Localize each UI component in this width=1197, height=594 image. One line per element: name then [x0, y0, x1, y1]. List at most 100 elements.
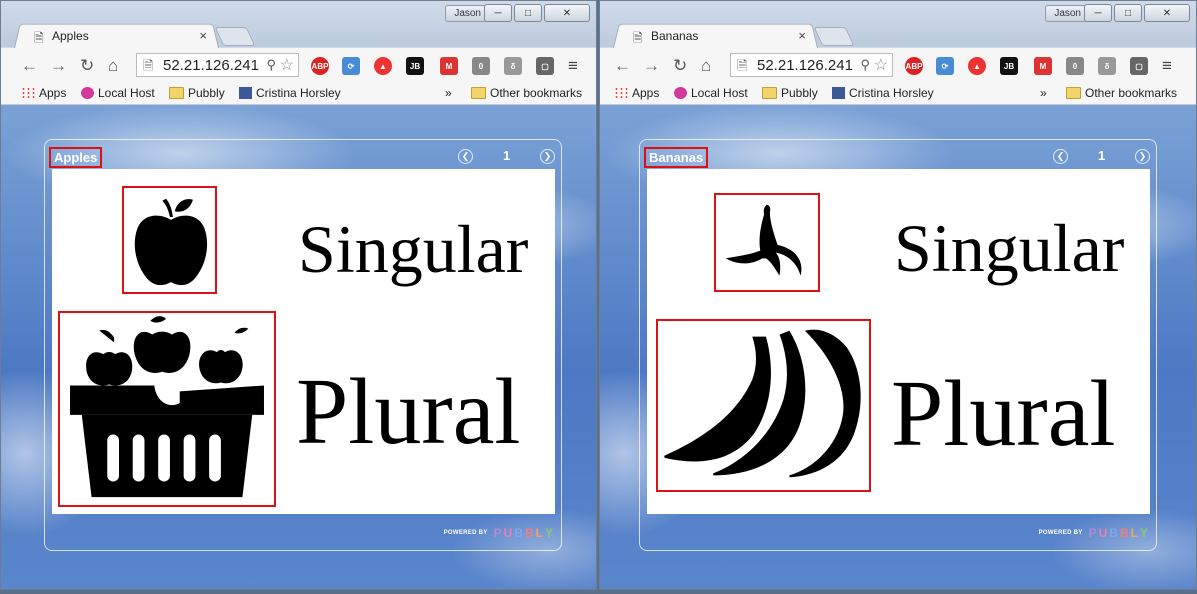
new-tab-button[interactable]: [813, 27, 855, 46]
page-icon: 🗎: [633, 31, 643, 45]
extension-puzzle-icon[interactable]: ⟳: [936, 57, 954, 75]
shield-extension-icon[interactable]: ▢: [536, 57, 554, 75]
window-controls: ─ □ ✕: [484, 4, 590, 22]
forward-icon[interactable]: →: [643, 56, 660, 76]
counter-extension-icon[interactable]: 0: [1066, 57, 1084, 75]
session-extension-icon[interactable]: δ: [1098, 57, 1116, 75]
other-bookmarks[interactable]: Other bookmarks: [471, 86, 582, 100]
page-number: 1: [503, 148, 511, 163]
forward-icon[interactable]: →: [50, 56, 67, 76]
jetbrains-icon[interactable]: JB: [1000, 57, 1018, 75]
url-text: 52.21.126.241: [757, 57, 853, 74]
back-icon[interactable]: ←: [21, 56, 38, 76]
bookmark-local-host[interactable]: Local Host: [674, 86, 748, 100]
banana-peel-icon: [725, 204, 802, 276]
bookmark-cristina-horsley[interactable]: Cristina Horsley: [239, 86, 341, 100]
bookmark-pubbly[interactable]: Pubbly: [169, 86, 225, 100]
adblock-icon[interactable]: ABP: [905, 57, 923, 75]
toolbar: ← → ↻ ⌂ 🗎 52.21.126.241 ⚲ ☆ ABP ⟳ ▲ JB M…: [1, 48, 596, 82]
minimize-button[interactable]: ─: [1084, 4, 1112, 22]
tab-bananas[interactable]: 🗎 Bananas ×: [613, 22, 818, 48]
bookmark-local-host[interactable]: Local Host: [81, 86, 155, 100]
maximize-button[interactable]: □: [1114, 4, 1142, 22]
window-controls: ─ □ ✕: [1084, 4, 1190, 22]
plural-image-frame[interactable]: [656, 319, 871, 492]
menu-icon[interactable]: ≡: [1162, 56, 1172, 76]
pubbly-brand: P U B B L Y: [1088, 526, 1148, 540]
ublock-icon[interactable]: ▲: [968, 57, 986, 75]
page-info-icon: 🗎: [143, 58, 154, 73]
singular-image-frame[interactable]: [714, 193, 820, 292]
extension-puzzle-icon[interactable]: ⟳: [342, 57, 360, 75]
powered-by-pubbly-logo[interactable]: POWERED BY P U B B L Y: [444, 526, 553, 540]
bookmark-star-icon[interactable]: ☆: [280, 55, 294, 75]
bookmarks-bar: Apps Local Host Pubbly Cristina Horsley …: [600, 82, 1196, 105]
tab-title: Bananas: [651, 29, 699, 43]
bookmark-apps[interactable]: Apps: [614, 86, 659, 100]
book-title: Apples: [49, 147, 103, 168]
jetbrains-icon[interactable]: JB: [406, 57, 424, 75]
new-tab-button[interactable]: [214, 27, 256, 46]
bookmark-cristina-horsley[interactable]: Cristina Horsley: [832, 86, 934, 100]
maximize-button[interactable]: □: [514, 4, 542, 22]
adblock-icon[interactable]: ABP: [311, 57, 329, 75]
powered-by-pubbly-logo[interactable]: POWERED BY P U B B L Y: [1039, 526, 1148, 540]
gmail-icon[interactable]: M: [440, 57, 458, 75]
singular-image-frame[interactable]: [122, 186, 217, 294]
book-page: Singular Plural: [647, 169, 1150, 514]
folder-icon: [169, 87, 184, 99]
book-frame: Bananas ❮ 1 ❯ Singular Plural POWERED BY…: [639, 139, 1157, 551]
home-icon[interactable]: ⌂: [108, 56, 118, 76]
banana-bunch-icon: [664, 329, 861, 478]
folder-icon: [762, 87, 777, 99]
other-bookmarks[interactable]: Other bookmarks: [1066, 86, 1177, 100]
menu-icon[interactable]: ≡: [568, 56, 578, 76]
zoom-icon[interactable]: ⚲: [266, 57, 276, 73]
reload-icon[interactable]: ↻: [80, 56, 94, 76]
shield-extension-icon[interactable]: ▢: [1130, 57, 1148, 75]
gmail-icon[interactable]: M: [1034, 57, 1052, 75]
tab-close-icon[interactable]: ×: [798, 28, 806, 43]
reload-icon[interactable]: ↻: [673, 56, 687, 76]
session-extension-icon[interactable]: δ: [504, 57, 522, 75]
plural-image-frame[interactable]: [58, 311, 276, 507]
close-window-button[interactable]: ✕: [1144, 4, 1190, 22]
pubbly-viewer: Bananas ❮ 1 ❯ Singular Plural POWERED BY…: [600, 105, 1196, 589]
next-page-icon[interactable]: ❯: [1135, 149, 1150, 164]
more-bookmarks-chevron-icon[interactable]: »: [1040, 86, 1047, 100]
facebook-icon: [832, 87, 845, 99]
tab-title: Apples: [52, 29, 89, 43]
title-bar: Jason ─ □ ✕ 🗎 Bananas ×: [600, 1, 1196, 48]
more-bookmarks-chevron-icon[interactable]: »: [445, 86, 452, 100]
bookmark-star-icon[interactable]: ☆: [874, 55, 888, 75]
tab-close-icon[interactable]: ×: [199, 28, 207, 43]
page-icon: 🗎: [34, 31, 44, 45]
tab-apples[interactable]: 🗎 Apples ×: [14, 22, 219, 48]
address-bar[interactable]: 🗎 52.21.126.241 ⚲ ☆: [136, 53, 299, 77]
zoom-icon[interactable]: ⚲: [860, 57, 870, 73]
previous-page-icon[interactable]: ❮: [458, 149, 473, 164]
local-host-icon: [674, 87, 687, 99]
plural-label: Plural: [296, 360, 521, 464]
back-icon[interactable]: ←: [614, 56, 631, 76]
apps-grid-icon: [21, 87, 35, 99]
facebook-icon: [239, 87, 252, 99]
toolbar: ← → ↻ ⌂ 🗎 52.21.126.241 ⚲ ☆ ABP ⟳ ▲ JB M…: [600, 48, 1196, 82]
bookmark-pubbly[interactable]: Pubbly: [762, 86, 818, 100]
next-page-icon[interactable]: ❯: [540, 149, 555, 164]
browser-window-bananas: Jason ─ □ ✕ 🗎 Bananas × ← → ↻ ⌂ 🗎 52.21.…: [599, 0, 1197, 590]
minimize-button[interactable]: ─: [484, 4, 512, 22]
close-window-button[interactable]: ✕: [544, 4, 590, 22]
previous-page-icon[interactable]: ❮: [1053, 149, 1068, 164]
home-icon[interactable]: ⌂: [701, 56, 711, 76]
ublock-icon[interactable]: ▲: [374, 57, 392, 75]
counter-extension-icon[interactable]: 0: [472, 57, 490, 75]
book-page: Singular Plural: [52, 169, 555, 514]
apps-grid-icon: [614, 87, 628, 99]
pubbly-viewer: Apples ❮ 1 ❯ Singular Plural POWERED BY …: [1, 105, 596, 589]
bookmarks-bar: Apps Local Host Pubbly Cristina Horsley …: [1, 82, 596, 105]
pubbly-brand: P U B B L Y: [493, 526, 553, 540]
bookmark-apps[interactable]: Apps: [21, 86, 66, 100]
apple-basket-icon: [70, 316, 264, 498]
address-bar[interactable]: 🗎 52.21.126.241 ⚲ ☆: [730, 53, 893, 77]
